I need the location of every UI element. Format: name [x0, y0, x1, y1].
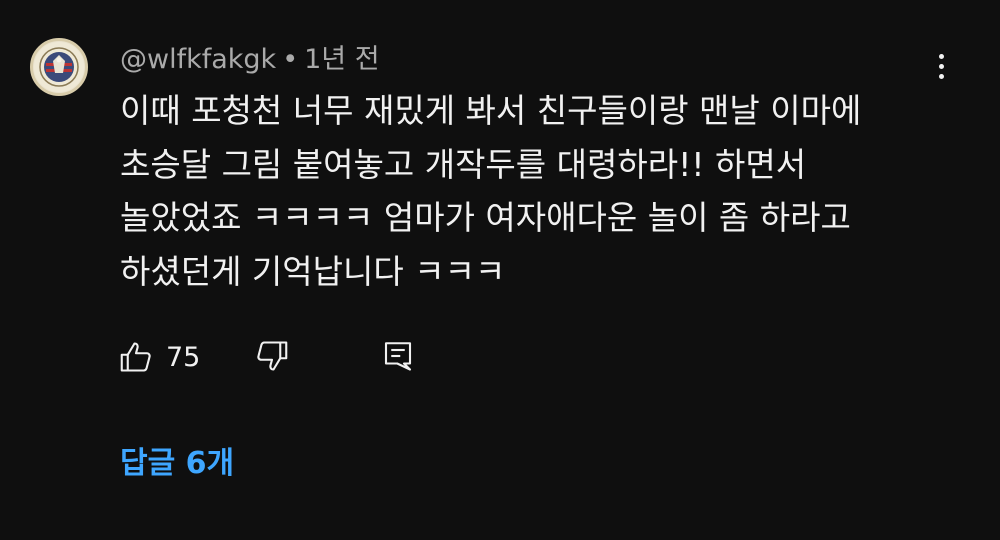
- comment-text: 이때 포청천 너무 재밌게 봐서 친구들이랑 맨날 이마에 초승달 그림 붙여놓…: [120, 84, 960, 298]
- comment-text-line: 초승달 그림 붙여놓고 개작두를 대령하라!! 하면서: [120, 144, 807, 184]
- more-vertical-icon-dot: [938, 63, 944, 69]
- more-vertical-icon: [938, 53, 944, 59]
- avatar[interactable]: [30, 38, 88, 96]
- comment-meta: @wlfkfakgk • 1년 전: [120, 42, 380, 78]
- like-button[interactable]: 75: [118, 339, 200, 375]
- comment-text-line: 이때 포청천 너무 재밌게 봐서 친구들이랑 맨날 이마에: [120, 91, 862, 130]
- more-vertical-icon-dot: [938, 73, 944, 79]
- like-count: 75: [166, 341, 201, 373]
- author-name[interactable]: @wlfkfakgk: [120, 44, 276, 75]
- dislike-button[interactable]: [254, 338, 290, 374]
- comment-text-line: 놀았었죠 ㅋㅋㅋㅋ 엄마가 여자애다운 놀이 좀 하라고: [120, 198, 851, 237]
- view-replies-button[interactable]: 답글 6개: [120, 444, 234, 484]
- comment-time[interactable]: 1년 전: [304, 44, 379, 75]
- reply-comment-icon: [384, 342, 412, 371]
- comment-actions: 75: [118, 334, 412, 380]
- comment-text-line: 하셨던게 기억납니다 ㅋㅋㅋ: [120, 251, 506, 291]
- more-options-button[interactable]: [924, 46, 958, 86]
- reply-button[interactable]: [380, 338, 416, 374]
- seal-avatar-icon: [34, 42, 84, 92]
- thumbs-down-icon: [257, 341, 288, 371]
- thumbs-up-icon: [120, 342, 151, 372]
- meta-separator: •: [282, 44, 299, 75]
